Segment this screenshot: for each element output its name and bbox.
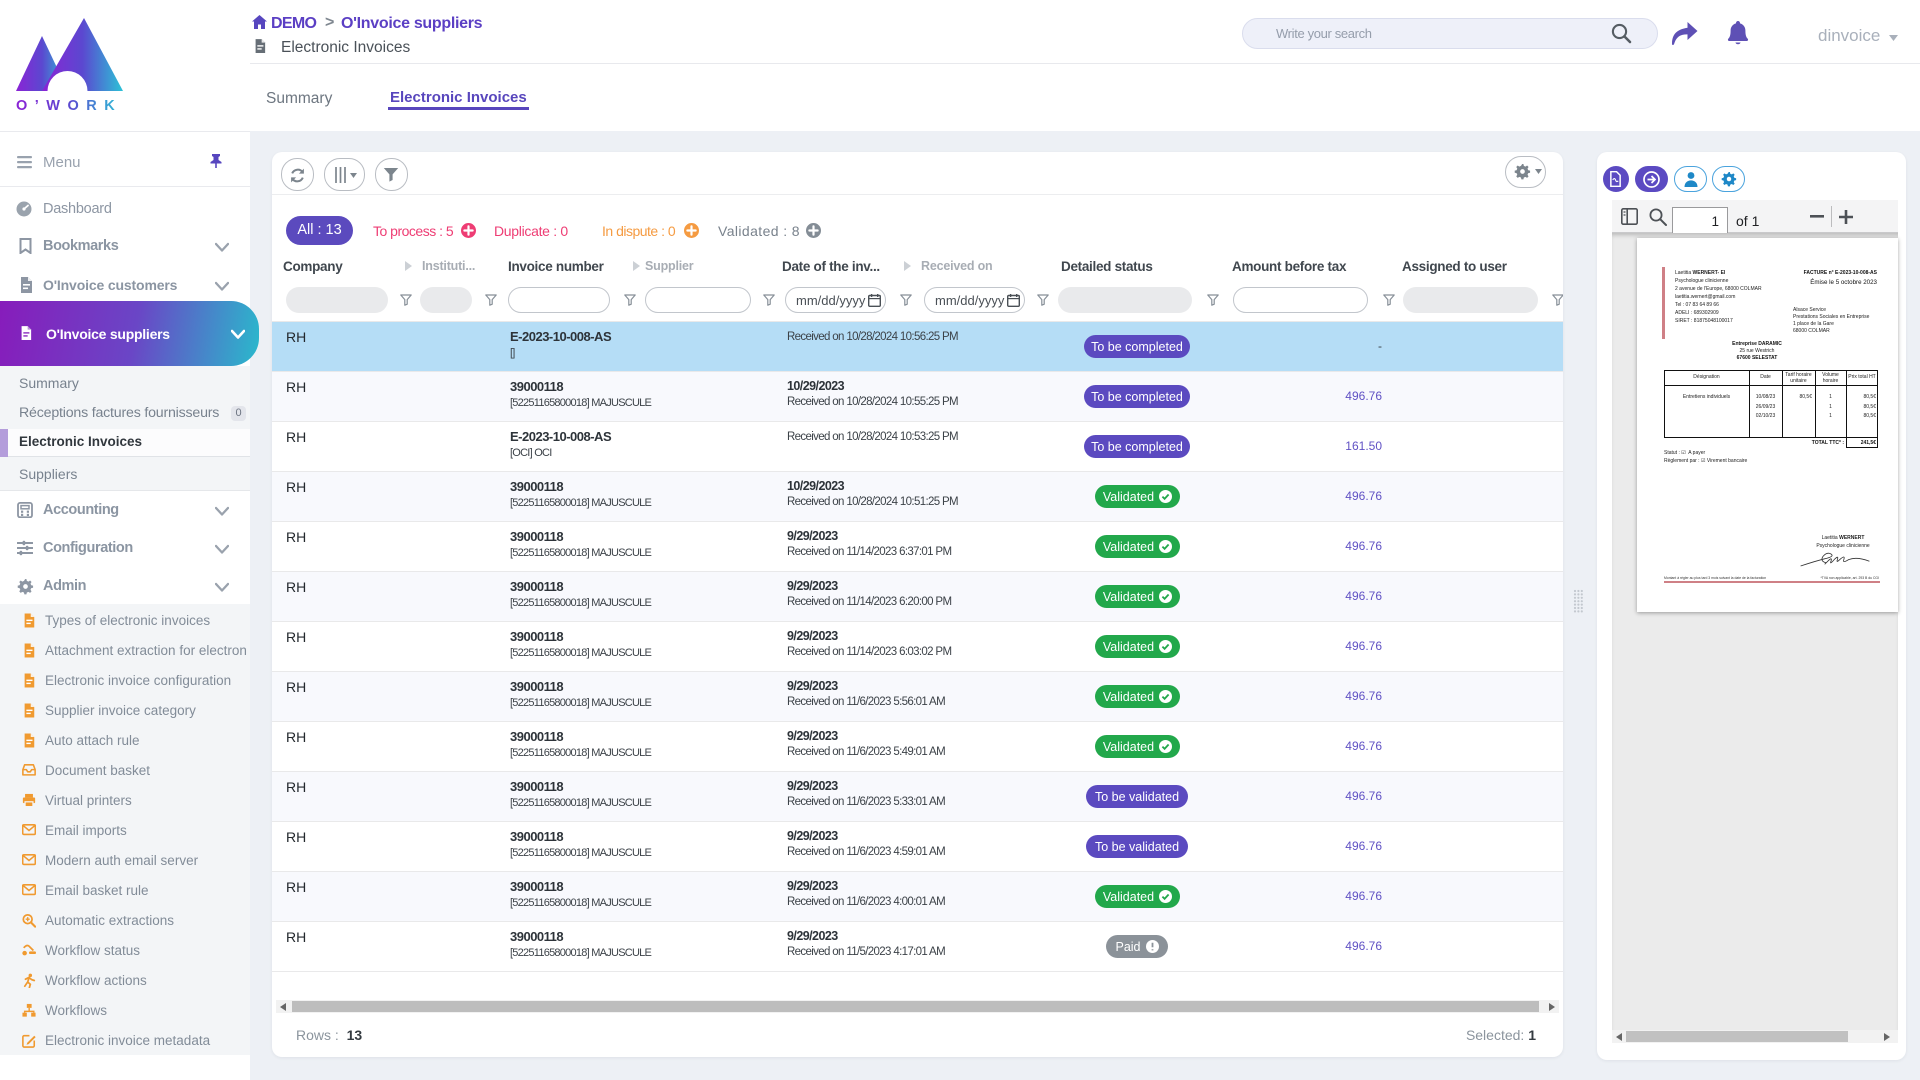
svg-text:O’WORK: O’WORK bbox=[16, 98, 122, 112]
